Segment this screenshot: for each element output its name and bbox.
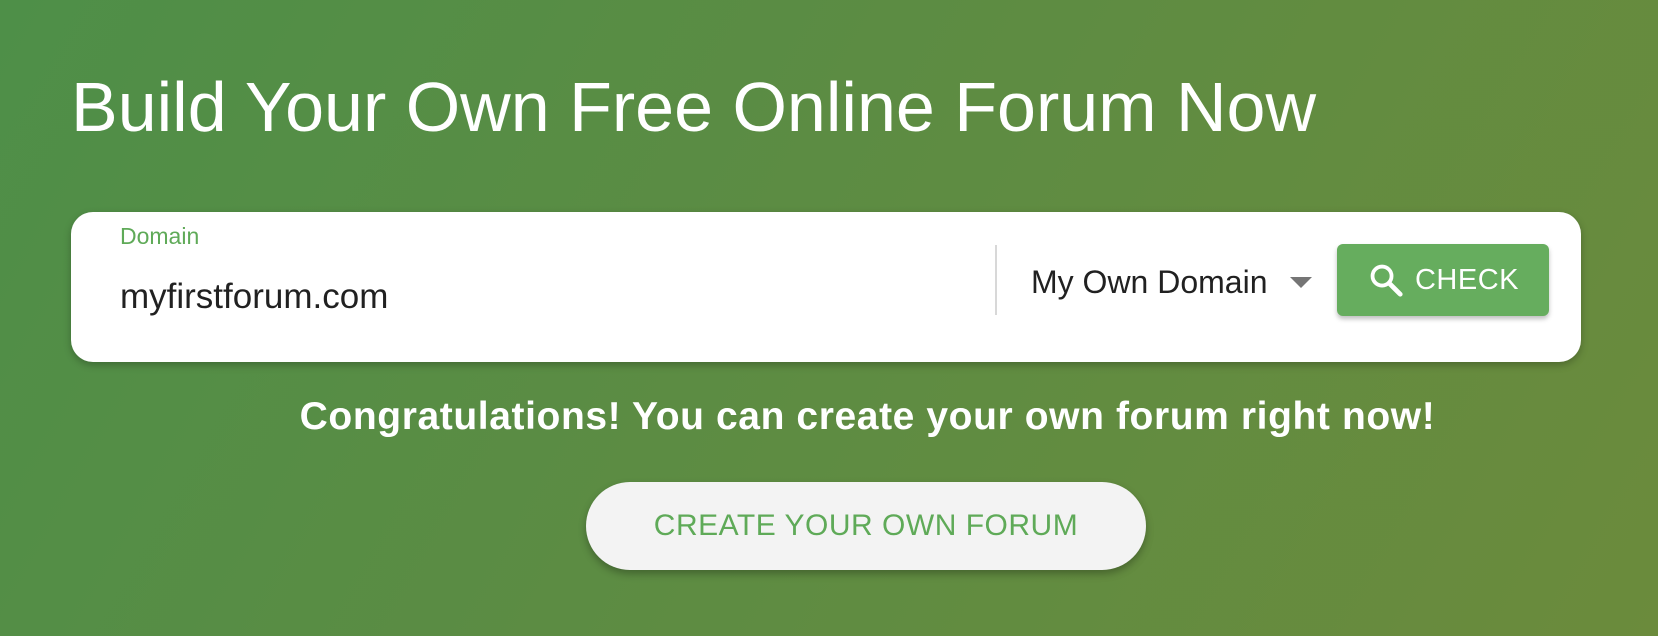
check-button-label: CHECK [1414,263,1519,296]
create-forum-label: CREATE YOUR OWN FORUM [653,509,1079,542]
caret-down-icon [1289,276,1312,288]
domain-type-value: My Own Domain [1031,263,1268,300]
check-button[interactable]: CHECK [1337,244,1549,316]
create-forum-button[interactable]: CREATE YOUR OWN FORUM [586,482,1146,570]
availability-message: Congratulations! You can create your own… [299,395,1436,438]
page-title: Build Your Own Free Online Forum Now [71,68,1316,146]
domain-field-label: Domain [120,223,200,249]
domain-type-select[interactable]: My Own Domain [1031,252,1321,312]
hero-section: Build Your Own Free Online Forum Now Dom… [0,0,1658,636]
field-divider [995,245,997,315]
domain-search-card: Domain My Own Domain CHECK [71,212,1581,362]
search-icon [1370,264,1403,297]
domain-input[interactable] [120,272,990,322]
